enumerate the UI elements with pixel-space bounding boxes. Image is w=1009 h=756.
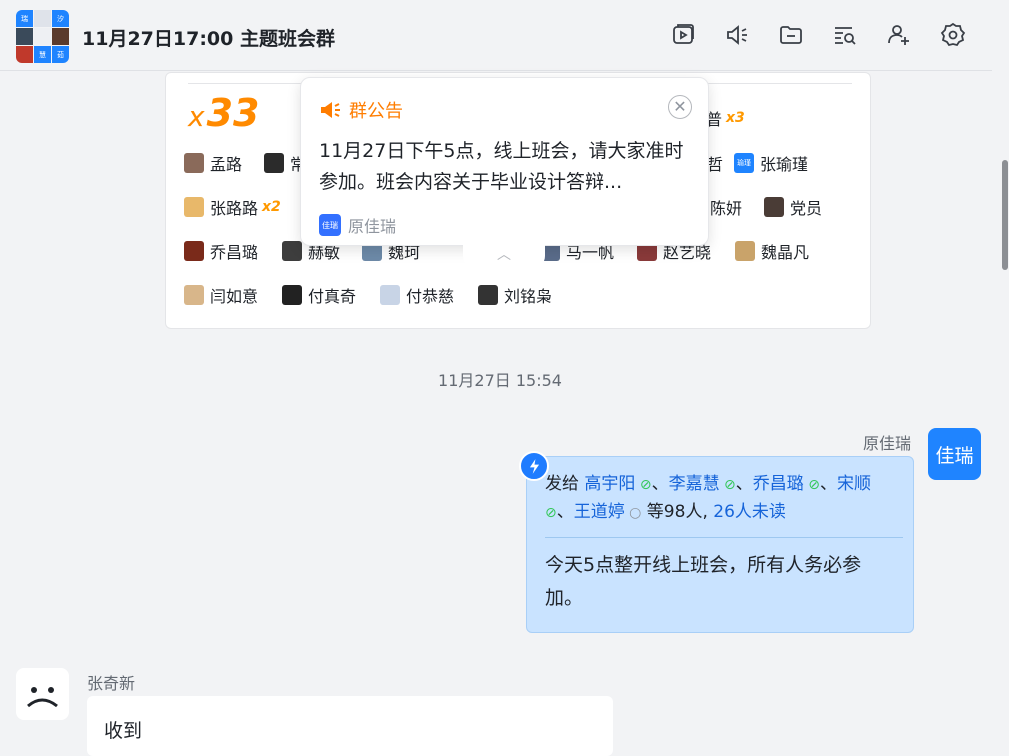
announcement-icon[interactable] [722, 20, 752, 50]
reader-item[interactable]: 付恭慈 [380, 283, 454, 307]
message-timestamp: 11月27日 15:54 [438, 371, 562, 390]
avatar-tile: 慧 [34, 46, 51, 63]
notice-header: 群公告 [319, 97, 403, 123]
scrollbar[interactable] [1002, 160, 1008, 270]
avatar [478, 285, 498, 305]
add-member-icon[interactable] [884, 20, 914, 50]
reader-item[interactable]: 哲 [707, 151, 723, 175]
reader-item[interactable]: 张路路 x2 [184, 195, 281, 219]
reader-item[interactable]: 瑜瑾 张瑜瑾 [734, 151, 808, 175]
avatar-tile [52, 28, 69, 45]
notice-author: 佳瑞 原佳瑞 [319, 213, 396, 237]
settings-icon[interactable] [938, 20, 968, 50]
avatar-tile [16, 46, 33, 63]
group-avatar[interactable]: 瑞 汐 慧 茹 [16, 10, 69, 63]
sender-name: 原佳瑞 [862, 434, 911, 453]
chevron-up-icon[interactable]: ︿ [463, 244, 545, 268]
avatar [735, 241, 755, 261]
avatar [184, 285, 204, 305]
avatar-tile [16, 28, 33, 45]
avatar [184, 241, 204, 261]
group-notice-popup[interactable]: 群公告 ✕ 11月27日下午5点，线上班会，请大家准时参加。班会内容关于毕业设计… [300, 77, 709, 246]
recipient-link[interactable]: 高宇阳 [584, 474, 635, 494]
avatar [282, 285, 302, 305]
message-text: 收到 [104, 720, 143, 742]
recipient-link[interactable]: 李嘉慧 [669, 474, 720, 494]
chat-header: 瑞 汐 慧 茹 11月27日17:00 主题班会群 [0, 0, 992, 71]
folder-icon[interactable] [776, 20, 806, 50]
reader-item[interactable]: 魏晶凡 [735, 239, 809, 263]
unread-count-link[interactable]: 26人未读 [713, 502, 786, 522]
avatar [264, 153, 284, 173]
avatar: 佳瑞 [319, 214, 341, 236]
avatar: 瑜瑾 [734, 153, 754, 173]
notice-body: 11月27日下午5点，线上班会，请大家准时参加。班会内容关于毕业设计答辩... [319, 140, 684, 193]
reader-item[interactable]: 孟路 [184, 151, 242, 175]
close-icon[interactable]: ✕ [668, 95, 692, 119]
avatar[interactable]: 佳瑞 [928, 428, 981, 480]
avatar [184, 153, 204, 173]
reader-item[interactable]: 党员 [764, 195, 822, 219]
message-text: 今天5点整开线上班会，所有人务必参加。 [545, 554, 862, 609]
recipient-link[interactable]: 王道婷 [574, 502, 625, 522]
sad-face-icon [27, 687, 58, 708]
megaphone-icon [321, 102, 340, 118]
read-count: x33 [188, 91, 260, 135]
check-icon: ⊘ [635, 477, 652, 493]
video-icon[interactable] [668, 20, 698, 50]
avatar-tile: 瑞 [16, 10, 33, 27]
check-icon: ⊘ [545, 505, 557, 521]
toolbar [668, 20, 968, 50]
recipient-link[interactable]: 宋顺 [837, 474, 871, 494]
check-icon: ⊘ [719, 477, 736, 493]
pending-circle-icon: ○ [624, 505, 642, 521]
reader-item[interactable]: 普 x3 [706, 106, 745, 130]
recipient-list: 发给 高宇阳 ⊘、李嘉慧 ⊘、乔昌璐 ⊘、宋顺 ⊘、王道婷 ○ 等98人, 26… [545, 474, 871, 522]
message-bubble-outgoing[interactable]: 发给 高宇阳 ⊘、李嘉慧 ⊘、乔昌璐 ⊘、宋顺 ⊘、王道婷 ○ 等98人, 26… [519, 451, 914, 633]
avatar-tile [34, 28, 51, 45]
check-icon: ⊘ [803, 477, 820, 493]
avatar [764, 197, 784, 217]
search-history-icon[interactable] [830, 20, 860, 50]
divider [545, 537, 903, 538]
avatar-tile [34, 10, 51, 27]
avatar-tile: 茹 [52, 46, 69, 63]
reader-item[interactable]: 乔昌璐 [184, 239, 258, 263]
reader-item[interactable]: 付真奇 [282, 283, 356, 307]
avatar [380, 285, 400, 305]
avatar[interactable] [16, 668, 69, 720]
reader-item[interactable]: 闫如意 [184, 283, 258, 307]
reader-item[interactable]: 陈妍 [710, 195, 742, 219]
sender-name: 张奇新 [87, 674, 136, 693]
avatar [184, 197, 204, 217]
avatar-tile: 汐 [52, 10, 69, 27]
notice-heading: 群公告 [349, 101, 403, 122]
chat-title[interactable]: 11月27日17:00 主题班会群 [82, 24, 335, 51]
reader-item[interactable]: 刘铭枭 [478, 283, 552, 307]
recipient-link[interactable]: 乔昌璐 [753, 474, 804, 494]
message-bubble-incoming[interactable]: 收到 [87, 696, 613, 756]
avatar [282, 241, 302, 261]
